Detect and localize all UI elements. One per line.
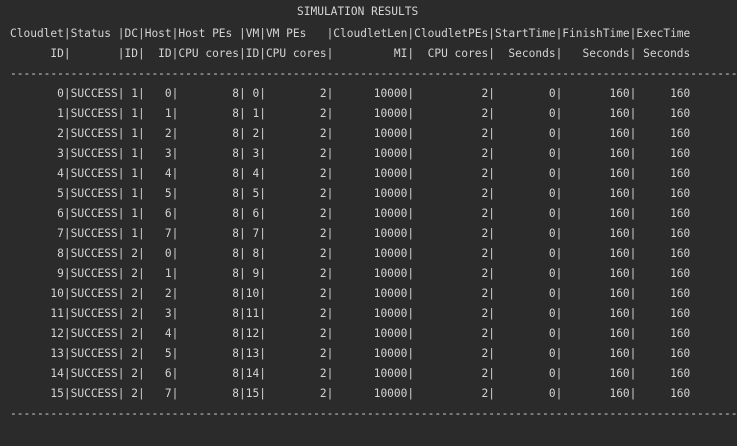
table-row: 3|SUCCESS| 1| 3| 8| 3| 2| 10000| 2| 0| 1…: [10, 147, 691, 160]
table-row: 9|SUCCESS| 2| 1| 8| 9| 2| 10000| 2| 0| 1…: [10, 267, 691, 280]
table-rows: 0|SUCCESS| 1| 0| 8| 0| 2| 10000| 2| 0| 1…: [10, 84, 737, 404]
header-line-2: ID| |ID| ID|CPU cores|ID|CPU cores| MI| …: [10, 47, 691, 60]
table-row: 13|SUCCESS| 2| 5| 8|13| 2| 10000| 2| 0| …: [10, 347, 691, 360]
table-row: 4|SUCCESS| 1| 4| 8| 4| 2| 10000| 2| 0| 1…: [10, 167, 691, 180]
results-table: Cloudlet|Status |DC|Host|Host PEs |VM|VM…: [10, 4, 737, 424]
table-row: 2|SUCCESS| 1| 2| 8| 2| 2| 10000| 2| 0| 1…: [10, 127, 691, 140]
header-line-1: Cloudlet|Status |DC|Host|Host PEs |VM|VM…: [10, 27, 691, 40]
table-row: 15|SUCCESS| 2| 7| 8|15| 2| 10000| 2| 0| …: [10, 387, 691, 400]
table-row: 12|SUCCESS| 2| 4| 8|12| 2| 10000| 2| 0| …: [10, 327, 691, 340]
table-row: 5|SUCCESS| 1| 5| 8| 5| 2| 10000| 2| 0| 1…: [10, 187, 691, 200]
table-row: 11|SUCCESS| 2| 3| 8|11| 2| 10000| 2| 0| …: [10, 307, 691, 320]
table-row: 10|SUCCESS| 2| 2| 8|10| 2| 10000| 2| 0| …: [10, 287, 691, 300]
table-row: 7|SUCCESS| 1| 7| 8| 7| 2| 10000| 2| 0| 1…: [10, 227, 691, 240]
separator-top: ----------------------------------------…: [10, 67, 737, 80]
table-row: 0|SUCCESS| 1| 0| 8| 0| 2| 10000| 2| 0| 1…: [10, 87, 691, 100]
table-row: 1|SUCCESS| 1| 1| 8| 1| 2| 10000| 2| 0| 1…: [10, 107, 691, 120]
table-row: 6|SUCCESS| 1| 6| 8| 6| 2| 10000| 2| 0| 1…: [10, 207, 691, 220]
separator-bottom: ----------------------------------------…: [10, 407, 737, 420]
table-row: 8|SUCCESS| 2| 0| 8| 8| 2| 10000| 2| 0| 1…: [10, 247, 691, 260]
table-row: 14|SUCCESS| 2| 6| 8|14| 2| 10000| 2| 0| …: [10, 367, 691, 380]
